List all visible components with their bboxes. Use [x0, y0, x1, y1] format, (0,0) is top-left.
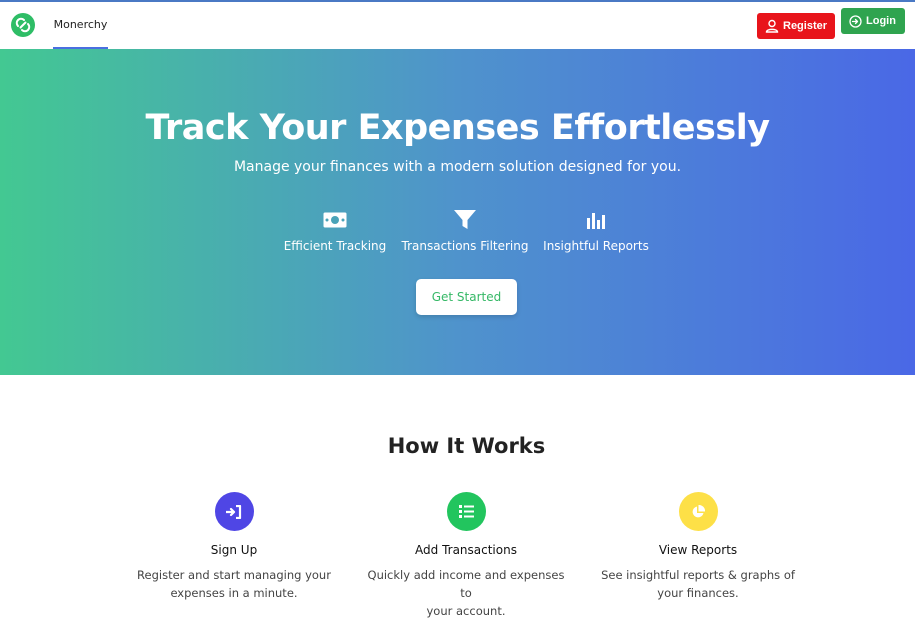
filter-icon [454, 210, 476, 229]
get-started-button[interactable]: Get Started [416, 279, 517, 315]
user-icon [765, 19, 779, 33]
register-button[interactable]: Register [757, 13, 835, 39]
feature-label: Insightful Reports [543, 239, 649, 253]
sign-in-icon [849, 14, 862, 28]
sign-in-icon [226, 504, 242, 519]
feature-insightful-reports: Insightful Reports [540, 209, 652, 253]
step-desc-line: See insightful reports & graphs of [601, 568, 795, 582]
feature-efficient-tracking: Efficient Tracking [280, 209, 390, 253]
step-title: Add Transactions [415, 543, 517, 557]
step-desc-line: Quickly add income and expenses to [367, 568, 565, 600]
step-view-reports: View Reports See insightful reports & gr… [598, 492, 798, 602]
step-desc-line: your account. [426, 604, 506, 618]
feature-label: Efficient Tracking [283, 239, 387, 253]
step-add-transactions: Add Transactions Quickly add income and … [366, 492, 566, 618]
register-label: Register [783, 20, 828, 32]
step-desc-line: expenses in a minute. [170, 586, 298, 600]
step-desc-line: your finances. [657, 586, 739, 600]
logo-icon[interactable] [11, 13, 35, 37]
step-icon-circle [678, 492, 718, 531]
step-description: See insightful reports & graphs of your … [598, 566, 798, 602]
step-sign-up: Sign Up Register and start managing your… [134, 492, 334, 602]
step-icon-circle [214, 492, 254, 531]
step-title: Sign Up [210, 543, 258, 557]
navbar: Monerchy Register Login [0, 2, 915, 49]
hero-section: Track Your Expenses Effortlessly Manage … [0, 49, 915, 375]
pie-chart-icon [692, 504, 705, 517]
list-icon [458, 505, 474, 518]
feature-transactions-filtering: Transactions Filtering [400, 209, 530, 253]
bar-chart-icon [587, 213, 605, 229]
step-description: Quickly add income and expenses to your … [366, 566, 566, 618]
login-label: Login [866, 15, 896, 27]
step-desc-line: Register and start managing your [137, 568, 331, 582]
step-description: Register and start managing your expense… [134, 566, 334, 602]
step-title: View Reports [658, 543, 738, 557]
how-it-works-title: How It Works [387, 434, 546, 458]
login-button[interactable]: Login [841, 8, 905, 34]
money-bill-icon [323, 212, 347, 228]
brand-link[interactable]: Monerchy [53, 2, 108, 49]
feature-label: Transactions Filtering [401, 239, 529, 253]
step-icon-circle [446, 492, 486, 531]
hero-title: Track Your Expenses Effortlessly [145, 108, 770, 148]
hero-subtitle: Manage your finances with a modern solut… [233, 159, 682, 175]
